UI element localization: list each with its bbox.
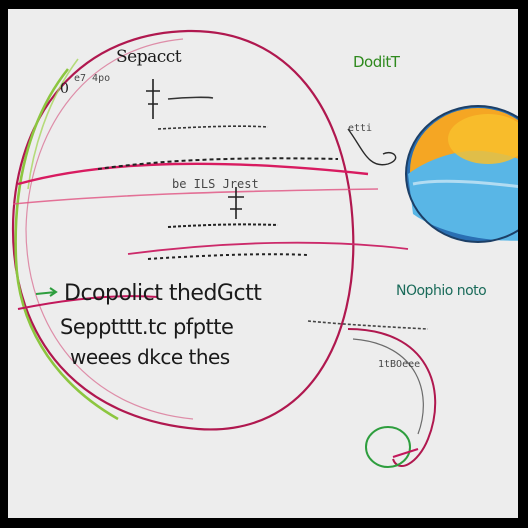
text-line-3: weees dkce thes (70, 345, 230, 369)
right-mid-label: NOophio noto (396, 283, 487, 299)
text-line-1: Dcopolict thedGctt (64, 281, 262, 306)
sketch-drawing (11, 29, 518, 468)
small-right-label: 1tBOeee (378, 359, 421, 370)
small-circle (365, 426, 419, 468)
green-arrow (35, 287, 58, 297)
text-line-2: Sepptttt.tc pfptte (60, 315, 234, 339)
pink-band-2 (12, 188, 379, 205)
image-frame: Sepacct 0 e7 4po DoditT be ILS Jrest ett… (0, 0, 528, 528)
paper-sheet: Sepacct 0 e7 4po DoditT be ILS Jrest ett… (8, 9, 518, 518)
lower-curve-dark (352, 338, 424, 435)
orb (405, 105, 518, 243)
pink-band-3 (127, 241, 409, 255)
title-text: Sepacct (116, 47, 182, 67)
corner-mark: 0 (60, 81, 69, 97)
scribble-line-3 (147, 253, 309, 260)
arrow-small-label: etti (348, 123, 373, 134)
orb-connector (347, 128, 397, 166)
scribble-line-4 (157, 125, 269, 130)
right-label: DoditT (353, 53, 400, 71)
vertical-mark-1 (146, 79, 160, 119)
scribble-line-2 (167, 223, 279, 228)
mid-label: be ILS Jrest (172, 177, 259, 191)
scribble-line-6 (307, 320, 429, 330)
scribble-line-5 (167, 96, 214, 100)
corner-small-text: e7 4po (74, 73, 111, 84)
